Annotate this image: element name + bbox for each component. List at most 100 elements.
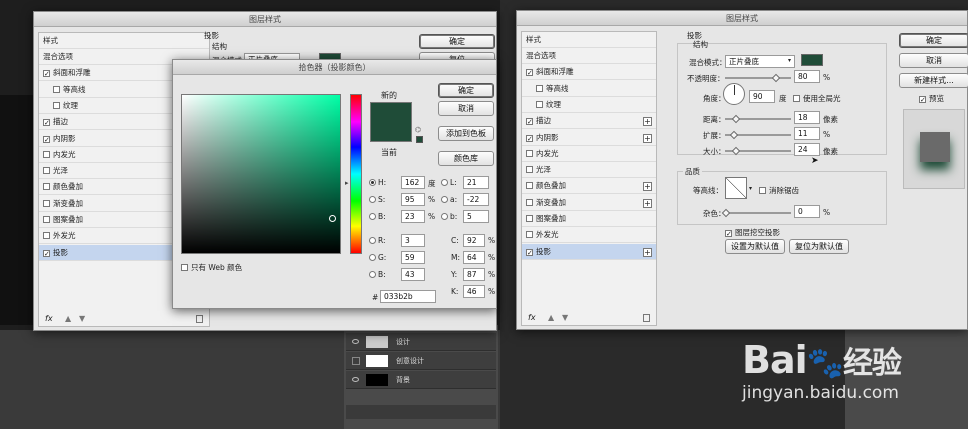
color-value-input[interactable]: 3: [401, 234, 425, 247]
blend-mode-select[interactable]: 正片叠底: [725, 55, 795, 68]
global-light-box[interactable]: [793, 95, 800, 102]
radio-button[interactable]: [369, 213, 376, 220]
style-item-checkbox[interactable]: [43, 183, 50, 191]
angle-dial[interactable]: [723, 83, 745, 105]
opacity-slider[interactable]: [725, 77, 791, 79]
style-item[interactable]: ✓描边 +: [522, 113, 656, 130]
preview-box[interactable]: ✓: [919, 96, 926, 104]
style-item[interactable]: 光泽: [522, 162, 656, 179]
preview-checkbox[interactable]: ✓ 预览: [919, 93, 944, 104]
add-effect-icon[interactable]: +: [643, 182, 652, 192]
add-effect-icon[interactable]: +: [643, 198, 652, 208]
distance-input[interactable]: 18: [794, 111, 820, 124]
eye-icon[interactable]: [352, 377, 359, 382]
style-item-checkbox[interactable]: [526, 149, 533, 157]
style-item-checkbox[interactable]: ✓: [526, 248, 533, 256]
knockout-checkbox[interactable]: ✓ 图层挖空投影: [725, 227, 780, 238]
move-down-icon[interactable]: ▼: [562, 313, 568, 322]
style-item-checkbox[interactable]: ✓: [526, 134, 533, 142]
style-item-checkbox[interactable]: [43, 232, 50, 240]
style-item-checkbox[interactable]: [526, 166, 533, 174]
style-item-checkbox[interactable]: [43, 199, 50, 207]
style-item-checkbox[interactable]: [536, 84, 543, 92]
style-item-checkbox[interactable]: ✓: [526, 69, 533, 77]
style-item-checkbox[interactable]: ✓: [526, 118, 533, 126]
radio-button[interactable]: [441, 196, 448, 203]
move-up-icon[interactable]: ▲: [548, 313, 554, 322]
web-only-checkbox[interactable]: 只有 Web 颜色: [181, 262, 242, 273]
style-item[interactable]: ✓投影 +: [522, 243, 656, 260]
opacity-input[interactable]: 80: [794, 70, 820, 83]
lab-value-input[interactable]: 5: [463, 210, 489, 223]
fx-menu-button[interactable]: fx: [528, 313, 536, 322]
chevron-down-icon[interactable]: ▾: [749, 185, 752, 192]
style-item-checkbox[interactable]: [53, 85, 60, 93]
color-mode-radio[interactable]: B:: [369, 212, 386, 221]
hue-slider-knob[interactable]: ▸: [345, 179, 349, 187]
color-field[interactable]: [181, 94, 341, 254]
lab-value-input[interactable]: -22: [463, 193, 489, 206]
add-effect-icon[interactable]: +: [643, 117, 652, 127]
style-item-checkbox[interactable]: ✓: [43, 135, 50, 143]
hue-slider[interactable]: ▸: [345, 94, 362, 254]
style-item-checkbox[interactable]: [526, 231, 533, 239]
radio-button[interactable]: [369, 271, 376, 278]
hex-input[interactable]: 033b2b: [380, 290, 436, 303]
style-item[interactable]: ✓ 斜面和浮雕: [522, 64, 656, 81]
cancel-button[interactable]: 取消: [899, 53, 968, 68]
style-item-checkbox[interactable]: [536, 100, 543, 108]
new-style-button[interactable]: 新建样式...: [899, 73, 968, 88]
noise-input[interactable]: 0: [794, 205, 820, 218]
radio-button[interactable]: [441, 179, 448, 186]
style-item[interactable]: 内发光: [522, 146, 656, 162]
reset-default-button[interactable]: 复位为默认值: [789, 239, 849, 254]
trash-icon[interactable]: [643, 314, 650, 322]
style-item-checkbox[interactable]: [53, 101, 60, 109]
color-mode-radio[interactable]: b:: [441, 212, 457, 221]
color-value-input[interactable]: 59: [401, 251, 425, 264]
color-mode-radio[interactable]: B:: [369, 270, 386, 279]
web-safe-swatch[interactable]: [416, 136, 423, 143]
style-item-checkbox[interactable]: [526, 215, 533, 222]
knockout-box[interactable]: ✓: [725, 230, 732, 238]
style-item-checkbox[interactable]: [43, 216, 50, 223]
layer-row-design[interactable]: 设计: [346, 333, 496, 351]
style-item-checkbox[interactable]: [526, 198, 533, 206]
color-mode-radio[interactable]: L:: [441, 178, 457, 187]
cmyk-value-input[interactable]: 92: [463, 234, 485, 247]
eye-icon[interactable]: [352, 339, 359, 344]
contour-picker[interactable]: [725, 177, 747, 199]
add-effect-icon[interactable]: +: [643, 133, 652, 143]
picker-ok-button[interactable]: 确定: [438, 83, 494, 98]
style-item[interactable]: 图案叠加: [522, 211, 656, 227]
spread-input[interactable]: 11: [794, 127, 820, 140]
color-value-input[interactable]: 95: [401, 193, 425, 206]
layer-visibility-box[interactable]: [352, 357, 360, 365]
web-only-box[interactable]: [181, 264, 188, 271]
style-item[interactable]: ✓内阴影 +: [522, 130, 656, 146]
add-effect-icon[interactable]: +: [643, 247, 652, 257]
layer-row-background[interactable]: 背景: [346, 371, 496, 389]
style-item[interactable]: 纹理: [522, 97, 656, 113]
move-up-icon[interactable]: ▲: [65, 314, 71, 323]
size-input[interactable]: 24: [794, 143, 820, 156]
radio-button[interactable]: [369, 254, 376, 261]
cmyk-value-input[interactable]: 64: [463, 251, 485, 264]
make-default-button[interactable]: 设置为默认值: [725, 239, 785, 254]
color-value-input[interactable]: 43: [401, 268, 425, 281]
ok-button[interactable]: 确定: [419, 34, 495, 49]
radio-button[interactable]: [369, 237, 376, 244]
color-value-input[interactable]: 162: [401, 176, 425, 189]
radio-button[interactable]: [369, 196, 376, 203]
color-mode-radio[interactable]: a:: [441, 195, 457, 204]
anti-alias-box[interactable]: [759, 187, 766, 194]
style-item[interactable]: 等高线: [522, 81, 656, 97]
lab-value-input[interactable]: 21: [463, 176, 489, 189]
style-item-checkbox[interactable]: [526, 182, 533, 190]
trash-icon[interactable]: [196, 315, 203, 323]
noise-slider[interactable]: [725, 212, 791, 214]
style-item[interactable]: 渐变叠加 +: [522, 195, 656, 211]
color-mode-radio[interactable]: H:: [369, 178, 386, 187]
add-to-swatches-button[interactable]: 添加到色板: [438, 126, 494, 141]
color-mode-radio[interactable]: S:: [369, 195, 385, 204]
